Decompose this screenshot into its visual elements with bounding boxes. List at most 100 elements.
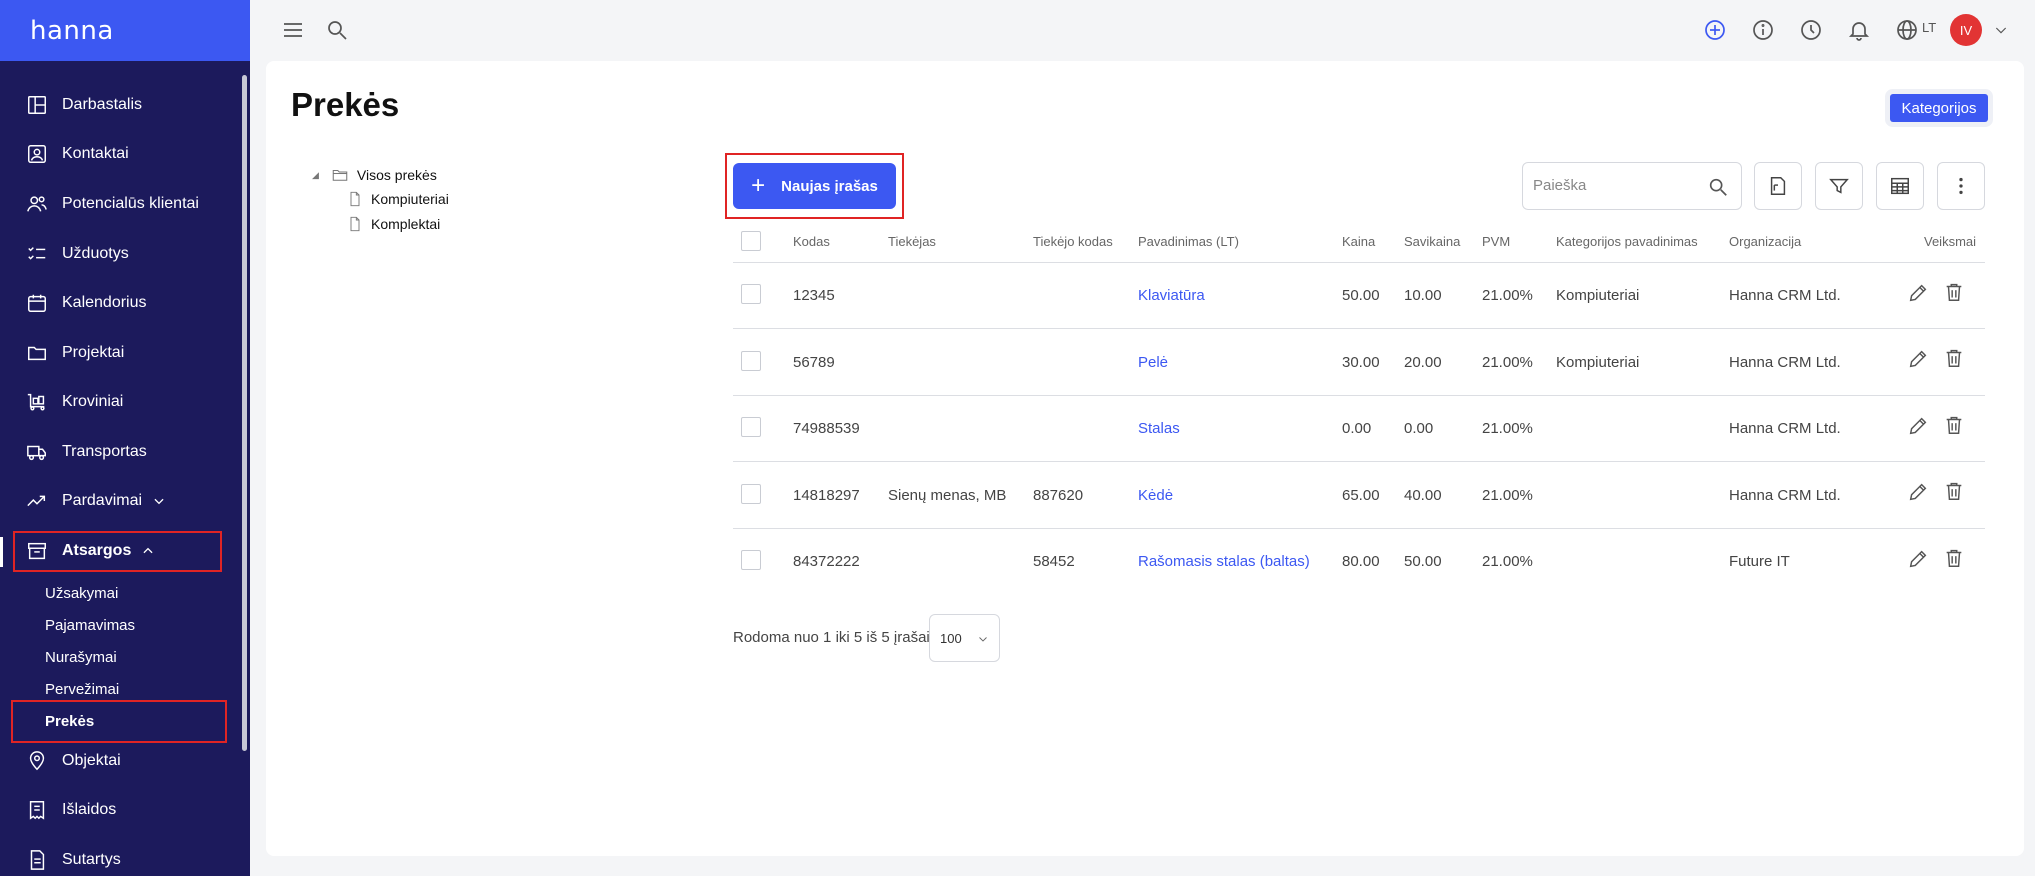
- edit-pencil-icon[interactable]: [1907, 481, 1929, 508]
- sidebar: hanna Darbastalis Kontaktai Potencialūs …: [0, 0, 250, 876]
- cell-code: 14818297: [793, 487, 860, 504]
- page-size-select[interactable]: 100: [929, 614, 1000, 662]
- column-header-veiksmai: Veiksmai: [1924, 234, 1977, 249]
- tree-node-komplektai[interactable]: Komplektai: [347, 216, 440, 232]
- sidebar-item-label: Kroviniai: [62, 393, 124, 410]
- column-header-tiekejo-kodas[interactable]: Tiekėjo kodas: [1033, 234, 1113, 249]
- sidebar-item-islaidos[interactable]: Išlaidos: [0, 790, 240, 830]
- tree-root-label: Visos prekės: [356, 167, 437, 183]
- add-circle-icon[interactable]: [1702, 17, 1728, 43]
- column-header-kaina[interactable]: Kaina: [1342, 234, 1375, 249]
- edit-pencil-icon[interactable]: [1907, 548, 1929, 575]
- cell-vat: 21.00%: [1482, 553, 1533, 570]
- sidebar-item-projektai[interactable]: Projektai: [0, 333, 240, 373]
- delete-trash-icon[interactable]: [1943, 547, 1965, 574]
- column-header-tiekejas[interactable]: Tiekėjas: [888, 234, 936, 249]
- delete-trash-icon[interactable]: [1943, 480, 1965, 507]
- subitem-uzsakymai[interactable]: Užsakymai: [45, 585, 118, 602]
- sales-trend-icon: [26, 490, 48, 512]
- sidebar-item-kalendorius[interactable]: Kalendorius: [0, 283, 240, 323]
- contract-icon: [26, 849, 48, 871]
- column-header-savikaina[interactable]: Savikaina: [1404, 234, 1460, 249]
- cell-name-link[interactable]: Kėdė: [1138, 487, 1173, 504]
- columns-grid-icon: [1891, 177, 1909, 195]
- sidebar-item-objektai[interactable]: Objektai: [0, 741, 240, 781]
- globe-icon[interactable]: [1894, 17, 1920, 43]
- sidebar-item-uzduotys[interactable]: Užduotys: [0, 234, 240, 274]
- search-field[interactable]: [1522, 162, 1742, 210]
- new-record-button[interactable]: + Naujas įrašas: [733, 163, 896, 209]
- tasks-icon: [26, 243, 48, 265]
- export-button[interactable]: [1754, 162, 1802, 210]
- column-header-pvm[interactable]: PVM: [1482, 234, 1510, 249]
- sidebar-item-kroviniai[interactable]: Kroviniai: [0, 382, 240, 422]
- sidebar-item-kontaktai[interactable]: Kontaktai: [0, 134, 240, 174]
- cell-price: 50.00: [1342, 287, 1380, 304]
- search-input[interactable]: [1533, 177, 1703, 194]
- bell-icon[interactable]: [1846, 17, 1872, 43]
- subitem-pajamavimas[interactable]: Pajamavimas: [45, 617, 135, 634]
- edit-pencil-icon[interactable]: [1907, 282, 1929, 309]
- subitem-prekes[interactable]: Prekės: [45, 713, 94, 730]
- sidebar-item-transportas[interactable]: Transportas: [0, 432, 240, 472]
- cell-vat: 21.00%: [1482, 287, 1533, 304]
- row-checkbox[interactable]: [741, 550, 761, 570]
- user-avatar[interactable]: IV: [1950, 14, 1982, 46]
- edit-pencil-icon[interactable]: [1907, 415, 1929, 442]
- cell-name-link[interactable]: Klaviatūra: [1138, 287, 1205, 304]
- row-checkbox[interactable]: [741, 351, 761, 371]
- cell-cost: 20.00: [1404, 354, 1442, 371]
- delete-trash-icon[interactable]: [1943, 347, 1965, 374]
- inventory-icon: [26, 540, 48, 562]
- file-icon: [350, 191, 360, 207]
- clock-icon[interactable]: [1798, 17, 1824, 43]
- leads-icon: [26, 193, 48, 215]
- collapse-arrow-icon[interactable]: ◢: [312, 170, 319, 181]
- column-header-kodas[interactable]: Kodas: [793, 234, 830, 249]
- info-icon[interactable]: [1750, 17, 1776, 43]
- cell-name-link[interactable]: Stalas: [1138, 420, 1180, 437]
- sidebar-item-label: Atsargos: [62, 542, 132, 559]
- cell-price: 80.00: [1342, 553, 1380, 570]
- cell-vat: 21.00%: [1482, 420, 1533, 437]
- select-all-checkbox[interactable]: [741, 231, 761, 251]
- cell-cost: 50.00: [1404, 553, 1442, 570]
- language-code[interactable]: LT: [1922, 20, 1936, 35]
- contacts-icon: [26, 143, 48, 165]
- column-header-organizacija[interactable]: Organizacija: [1729, 234, 1801, 249]
- row-checkbox[interactable]: [741, 484, 761, 504]
- menu-icon[interactable]: [280, 17, 306, 43]
- sidebar-item-label: Kalendorius: [62, 294, 147, 311]
- search-icon[interactable]: [324, 17, 350, 43]
- tree-root[interactable]: ◢ Visos prekės: [312, 166, 437, 184]
- pagination-summary: Rodoma nuo 1 iki 5 iš 5 įrašai: [733, 629, 930, 646]
- cell-name-link[interactable]: Rašomasis stalas (baltas): [1138, 553, 1310, 570]
- row-checkbox[interactable]: [741, 284, 761, 304]
- sidebar-scrollbar[interactable]: [242, 75, 247, 751]
- delete-trash-icon[interactable]: [1943, 281, 1965, 308]
- subitem-pervezimai[interactable]: Pervežimai: [45, 681, 119, 698]
- filter-button[interactable]: [1815, 162, 1863, 210]
- categories-button[interactable]: Kategorijos: [1890, 94, 1988, 122]
- sidebar-item-atsargos[interactable]: Atsargos: [0, 531, 240, 571]
- sidebar-item-pardavimai[interactable]: Pardavimai: [0, 481, 240, 521]
- chevron-down-icon[interactable]: [1988, 17, 2014, 43]
- sidebar-item-potencialus-klientai[interactable]: Potencialūs klientai: [0, 184, 240, 224]
- row-checkbox[interactable]: [741, 417, 761, 437]
- cell-organization: Hanna CRM Ltd.: [1729, 354, 1841, 371]
- more-options-button[interactable]: [1937, 162, 1985, 210]
- column-header-kategorija[interactable]: Kategorijos pavadinimas: [1556, 234, 1698, 249]
- cell-name-link[interactable]: Pelė: [1138, 354, 1168, 371]
- sidebar-item-sutartys[interactable]: Sutartys: [0, 840, 240, 876]
- delete-trash-icon[interactable]: [1943, 414, 1965, 441]
- sidebar-item-darbastalis[interactable]: Darbastalis: [0, 85, 240, 125]
- tree-node-kompiuteriai[interactable]: Kompiuteriai: [347, 191, 449, 207]
- edit-pencil-icon[interactable]: [1907, 348, 1929, 375]
- search-icon[interactable]: [1707, 176, 1729, 203]
- truck-icon: [26, 441, 48, 463]
- subitem-nurasymai[interactable]: Nurašymai: [45, 649, 117, 666]
- columns-button[interactable]: [1876, 162, 1924, 210]
- plus-icon: +: [751, 172, 766, 199]
- brand-logo[interactable]: hanna: [0, 0, 250, 61]
- column-header-pavadinimas[interactable]: Pavadinimas (LT): [1138, 234, 1239, 249]
